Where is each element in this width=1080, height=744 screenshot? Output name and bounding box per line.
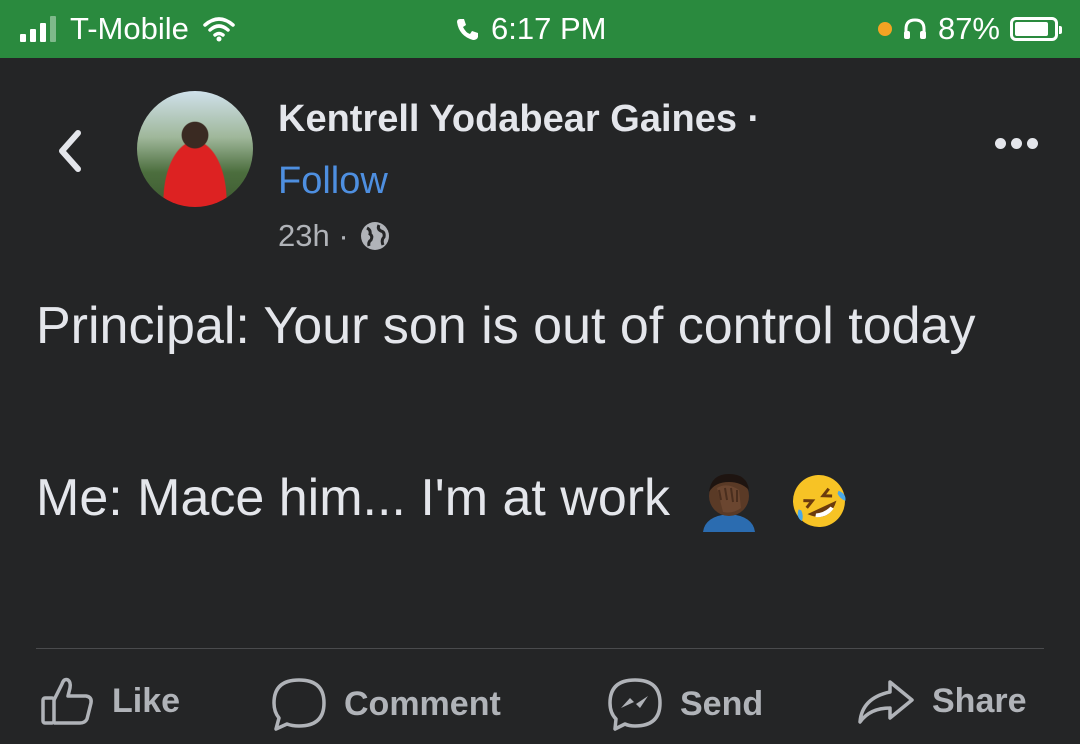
clock: 6:17 PM bbox=[491, 11, 607, 46]
rofl-emoji-icon bbox=[792, 475, 846, 528]
battery-percent: 87% bbox=[937, 11, 1000, 46]
post-body: Principal: Your son is out of control to… bbox=[36, 290, 1046, 534]
author-name[interactable]: Kentrell Yodabear Gaines · bbox=[278, 98, 760, 141]
status-right: 87% bbox=[877, 0, 1062, 58]
status-bar: T-Mobile 6:17 PM 87% bbox=[0, 0, 1080, 58]
more-options-button[interactable] bbox=[995, 138, 1038, 149]
thumbs-up-icon bbox=[41, 677, 93, 725]
post-line-1: Principal: Your son is out of control to… bbox=[36, 297, 976, 355]
globe-icon bbox=[360, 222, 389, 250]
comment-icon bbox=[272, 678, 326, 731]
phone-call-icon bbox=[457, 19, 478, 40]
status-center: 6:17 PM bbox=[455, 0, 606, 58]
back-button[interactable] bbox=[50, 126, 90, 176]
follow-button[interactable]: Follow bbox=[278, 160, 388, 203]
send-button[interactable]: Send bbox=[606, 676, 763, 732]
comment-button[interactable]: Comment bbox=[270, 676, 501, 732]
share-icon bbox=[858, 680, 914, 724]
more-dot-icon bbox=[1027, 138, 1038, 149]
post-meta: 23h · bbox=[278, 218, 391, 254]
post-line-2: Me: Mace him... I'm at work bbox=[36, 462, 1046, 534]
comment-label: Comment bbox=[344, 684, 501, 723]
share-label: Share bbox=[932, 681, 1027, 720]
status-left: T-Mobile bbox=[20, 0, 235, 58]
divider bbox=[36, 648, 1044, 649]
like-label: Like bbox=[112, 681, 181, 720]
messenger-icon bbox=[608, 678, 662, 731]
mic-indicator-icon bbox=[877, 22, 892, 36]
more-dot-icon bbox=[1011, 138, 1022, 149]
facepalm-emoji-icon bbox=[702, 474, 755, 533]
post-line-2-text: Me: Mace him... I'm at work bbox=[36, 469, 671, 527]
post-timestamp: 23h · bbox=[278, 218, 349, 253]
like-button[interactable]: Like bbox=[40, 676, 180, 726]
more-dot-icon bbox=[995, 138, 1006, 149]
battery-icon bbox=[1010, 17, 1062, 41]
wifi-icon bbox=[203, 17, 235, 42]
signal-icon bbox=[20, 16, 56, 42]
send-label: Send bbox=[680, 684, 764, 723]
headphones-icon bbox=[903, 18, 926, 39]
action-bar: Like Comment Send Share bbox=[0, 676, 1080, 740]
avatar[interactable] bbox=[137, 91, 253, 207]
chevron-left-icon bbox=[59, 130, 81, 172]
share-button[interactable]: Share bbox=[856, 676, 1027, 726]
carrier-label: T-Mobile bbox=[70, 11, 189, 46]
